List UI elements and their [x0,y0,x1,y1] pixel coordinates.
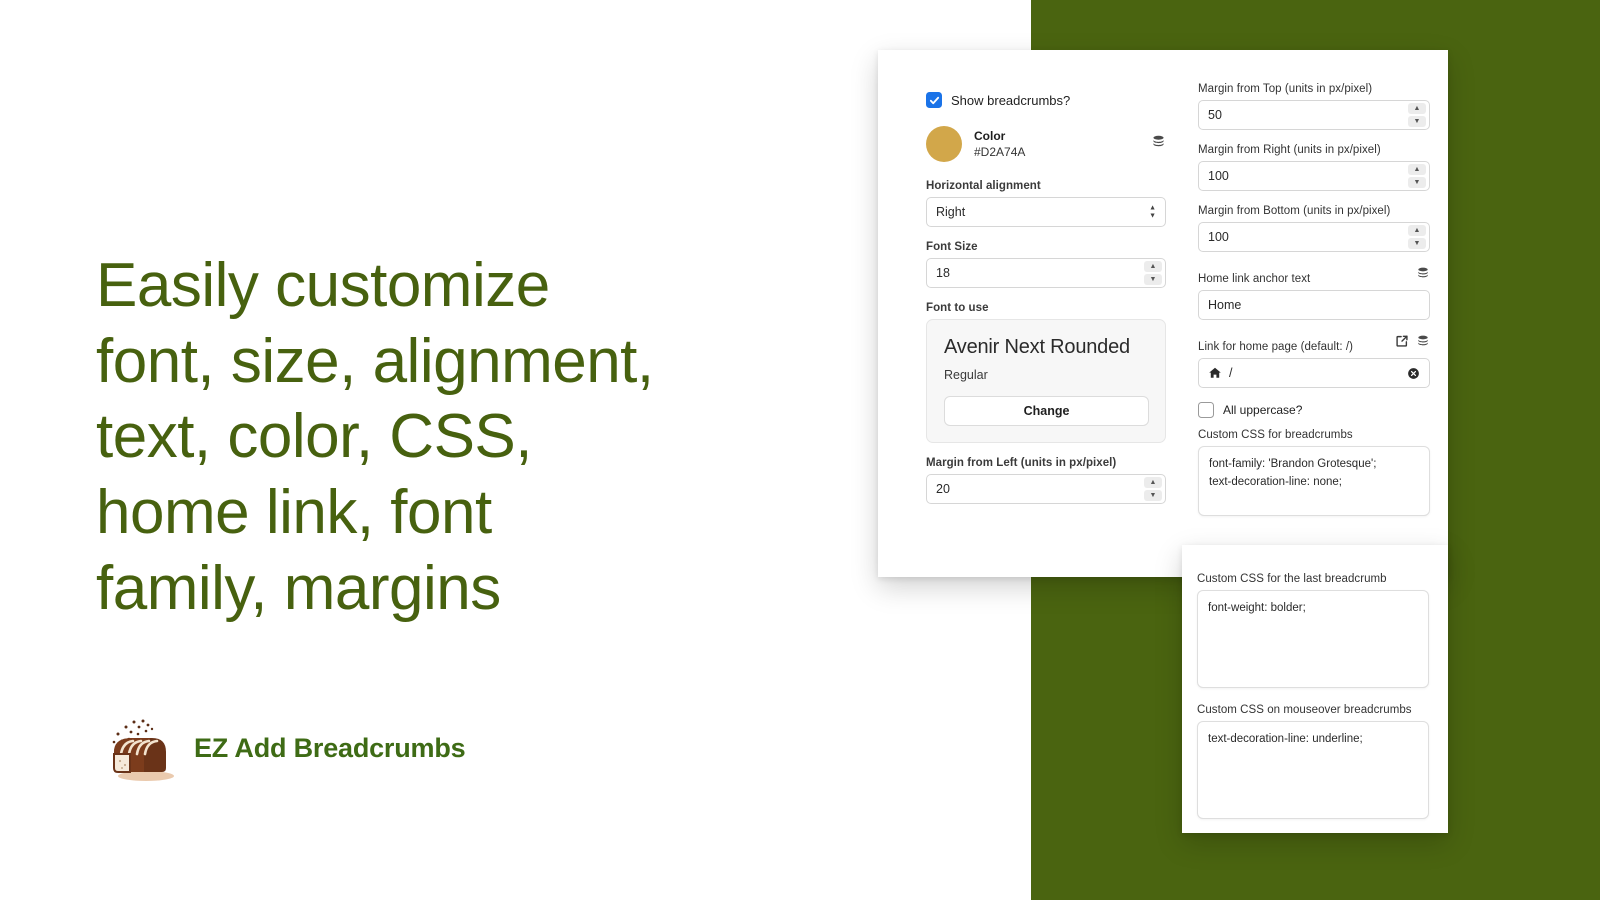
margin-left-value: 20 [936,482,950,496]
color-hex-value: #D2A74A [974,145,1026,159]
checkbox-checked-icon[interactable] [926,92,942,108]
home-link-label: Link for home page (default: /) [1198,341,1353,353]
color-swatch-icon[interactable] [926,126,962,162]
stepper-down-icon[interactable]: ▼ [1408,116,1426,127]
database-stack-icon[interactable] [1416,334,1430,353]
font-size-input[interactable]: 18 ▲ ▼ [926,258,1166,288]
stepper-down-icon[interactable]: ▼ [1144,490,1162,501]
margin-left-group: Margin from Left (units in px/pixel) 20 … [926,457,1166,504]
stepper-down-icon[interactable]: ▼ [1408,177,1426,188]
margin-right-value: 100 [1208,169,1229,183]
external-link-icon[interactable] [1395,334,1409,353]
margin-bottom-stepper[interactable]: ▲ ▼ [1408,225,1426,249]
font-style-name: Regular [944,368,988,382]
home-anchor-input[interactable]: Home [1198,290,1430,320]
stepper-up-icon[interactable]: ▲ [1408,164,1426,175]
settings-column-right: Margin from Top (units in px/pixel) 50 ▲… [1198,83,1430,530]
css-breadcrumbs-textarea[interactable]: font-family: 'Brandon Grotesque'; text-d… [1198,446,1430,516]
home-link-value: / [1229,366,1233,380]
color-row[interactable]: Color #D2A74A [926,126,1166,162]
all-uppercase-row[interactable]: All uppercase? [1198,402,1430,418]
page-title: Easily customize font, size, alignment, … [96,251,654,623]
font-to-use-group: Font to use Avenir Next Rounded Regular … [926,302,1166,443]
css-last-breadcrumb-label: Custom CSS for the last breadcrumb [1197,573,1387,585]
stepper-up-icon[interactable]: ▲ [1408,103,1426,114]
font-size-group: Font Size 18 ▲ ▼ [926,241,1166,288]
margin-top-stepper[interactable]: ▲ ▼ [1408,103,1426,127]
font-preview-box: Avenir Next Rounded Regular Change [926,319,1166,443]
margin-bottom-group: Margin from Bottom (units in px/pixel) 1… [1198,205,1430,252]
font-size-label: Font Size [926,241,978,253]
margin-top-input[interactable]: 50 ▲ ▼ [1198,100,1430,130]
css-mouseover-group: Custom CSS on mouseover breadcrumbs text… [1197,704,1429,819]
settings-column-lower: Custom CSS for the last breadcrumb font-… [1197,573,1429,833]
bread-loaf-icon [100,712,180,784]
stepper-up-icon[interactable]: ▲ [1144,477,1162,488]
margin-bottom-input[interactable]: 100 ▲ ▼ [1198,222,1430,252]
margin-top-label: Margin from Top (units in px/pixel) [1198,83,1373,95]
promo-copy: Easily customize font, size, alignment, … [96,248,816,626]
horizontal-alignment-group: Horizontal alignment Right ▲ ▼ [926,180,1166,227]
margin-right-group: Margin from Right (units in px/pixel) 10… [1198,144,1430,191]
margin-bottom-value: 100 [1208,230,1229,244]
margin-left-stepper[interactable]: ▲ ▼ [1144,477,1162,501]
css-breadcrumbs-group: Custom CSS for breadcrumbs font-family: … [1198,429,1430,516]
horizontal-alignment-value: Right [936,205,966,219]
font-size-value: 18 [936,266,950,280]
brand-name: EZ Add Breadcrumbs [194,732,466,763]
stepper-down-icon[interactable]: ▼ [1408,238,1426,249]
horizontal-alignment-label: Horizontal alignment [926,180,1041,192]
home-link-group: Link for home page (default: /) / [1198,334,1430,388]
css-last-breadcrumb-textarea[interactable]: font-weight: bolder; [1197,590,1429,688]
css-mouseover-label: Custom CSS on mouseover breadcrumbs [1197,704,1412,716]
checkbox-unchecked-icon[interactable] [1198,402,1214,418]
home-icon [1208,366,1222,380]
settings-card-main: Show breadcrumbs? Color #D2A74A Horizont… [878,50,1448,577]
change-font-button[interactable]: Change [944,396,1149,426]
clear-circle-icon[interactable] [1407,367,1420,380]
home-anchor-value: Home [1208,298,1242,312]
stepper-up-icon[interactable]: ▲ [1144,261,1162,272]
stepper-up-icon[interactable]: ▲ [1408,225,1426,236]
database-stack-icon[interactable] [1151,134,1166,154]
select-updown-arrows-icon: ▲ ▼ [1149,204,1156,220]
promo-screenshot: Easily customize font, size, alignment, … [0,0,1600,900]
home-anchor-group: Home link anchor text Home [1198,266,1430,320]
database-stack-icon[interactable] [1416,266,1430,285]
margin-left-label: Margin from Left (units in px/pixel) [926,457,1117,469]
css-mouseover-textarea[interactable]: text-decoration-line: underline; [1197,721,1429,819]
margin-right-stepper[interactable]: ▲ ▼ [1408,164,1426,188]
settings-column-left: Show breadcrumbs? Color #D2A74A Horizont… [926,92,1166,518]
home-anchor-label: Home link anchor text [1198,273,1311,285]
margin-top-value: 50 [1208,108,1222,122]
color-label: Color [974,128,1006,143]
stepper-down-icon[interactable]: ▼ [1144,274,1162,285]
font-to-use-label: Font to use [926,302,989,314]
settings-card-lower: Custom CSS for the last breadcrumb font-… [1182,545,1448,833]
horizontal-alignment-select[interactable]: Right ▲ ▼ [926,197,1166,227]
font-size-stepper[interactable]: ▲ ▼ [1144,261,1162,285]
css-last-breadcrumb-group: Custom CSS for the last breadcrumb font-… [1197,573,1429,688]
css-breadcrumbs-label: Custom CSS for breadcrumbs [1198,429,1353,441]
margin-top-group: Margin from Top (units in px/pixel) 50 ▲… [1198,83,1430,130]
font-family-name: Avenir Next Rounded [944,336,1130,358]
show-breadcrumbs-row[interactable]: Show breadcrumbs? [926,92,1166,108]
home-link-input[interactable]: / [1198,358,1430,388]
margin-bottom-label: Margin from Bottom (units in px/pixel) [1198,205,1391,217]
margin-left-input[interactable]: 20 ▲ ▼ [926,474,1166,504]
margin-right-input[interactable]: 100 ▲ ▼ [1198,161,1430,191]
margin-right-label: Margin from Right (units in px/pixel) [1198,144,1381,156]
brand-lockup: EZ Add Breadcrumbs [100,712,466,784]
show-breadcrumbs-label: Show breadcrumbs? [951,92,1071,108]
all-uppercase-label: All uppercase? [1223,403,1303,417]
